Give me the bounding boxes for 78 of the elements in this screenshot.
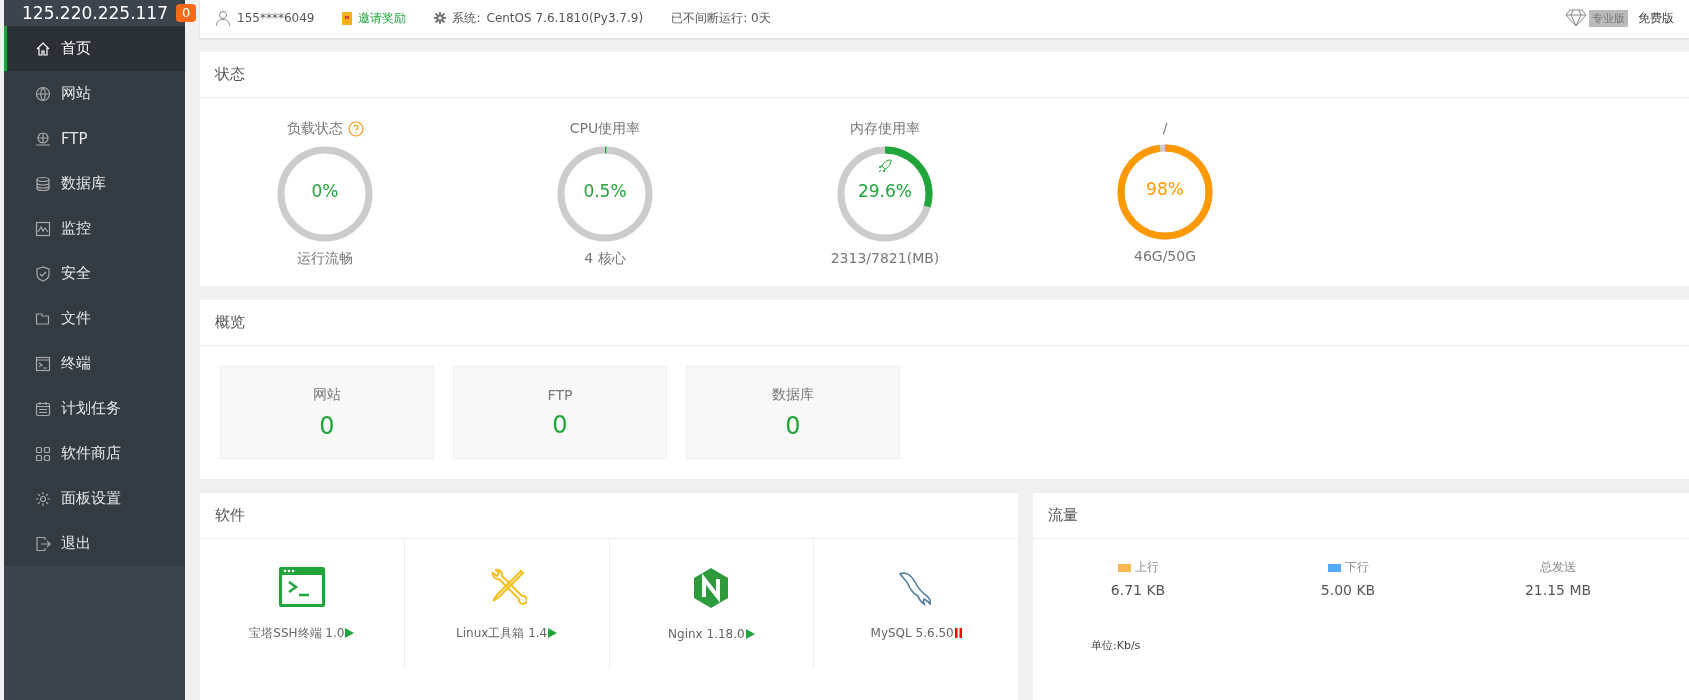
software-tile[interactable]: MySQL 5.6.50 bbox=[814, 539, 1018, 669]
panel-title: 状态 bbox=[200, 52, 1689, 98]
software-name: Nginx 1.18.0 bbox=[668, 627, 745, 641]
sidebar-item[interactable]: 计划任务 bbox=[4, 386, 185, 431]
software-name: 宝塔SSH终端 1.0 bbox=[249, 624, 345, 642]
stat-value: 6.71 KB bbox=[1110, 582, 1166, 598]
grid-icon bbox=[35, 445, 51, 462]
system-version: CentOS 7.6.1810(Py3.7.9) bbox=[486, 11, 644, 25]
sidebar-item[interactable]: 安全 bbox=[4, 251, 185, 296]
shield-icon bbox=[35, 265, 51, 282]
ftp-icon bbox=[35, 130, 51, 147]
gauge-label: / bbox=[1162, 120, 1168, 136]
sidebar-item[interactable]: 终端 bbox=[4, 341, 185, 386]
usage-value: 0.5% bbox=[582, 181, 628, 201]
gauge-caption: 46G/50G bbox=[1133, 248, 1196, 264]
gear-icon bbox=[35, 490, 51, 507]
terminal-window-icon bbox=[278, 566, 325, 607]
user-icon bbox=[215, 10, 231, 26]
monitor-icon bbox=[35, 220, 51, 237]
software-tile[interactable]: Linux工具箱 1.4 bbox=[404, 539, 610, 669]
card-count: 0 bbox=[785, 411, 801, 440]
overview-card[interactable]: 数据库 0 bbox=[686, 366, 900, 459]
gear-icon bbox=[434, 12, 447, 24]
database-icon bbox=[35, 175, 51, 192]
folder-icon bbox=[35, 310, 51, 327]
globe-icon bbox=[35, 85, 51, 102]
sidebar-item[interactable]: 数据库 bbox=[4, 161, 185, 206]
unit-label: 单位:Kb/s bbox=[1091, 638, 1142, 653]
home-icon bbox=[35, 40, 51, 57]
stat-label: 上行 bbox=[1134, 559, 1159, 576]
card-count: 0 bbox=[552, 410, 568, 439]
gauge-label: 负载状态 bbox=[286, 120, 343, 138]
sidebar-item[interactable]: 文件 bbox=[4, 296, 185, 341]
gauge-caption: 2313/7821(MB) bbox=[830, 250, 940, 266]
sidebar-item[interactable]: 退出 bbox=[4, 521, 185, 566]
nginx-hexagon-icon bbox=[692, 567, 731, 609]
rocket-icon bbox=[877, 158, 893, 174]
gift-icon bbox=[342, 11, 353, 25]
gauge-label: CPU使用率 bbox=[569, 120, 641, 138]
calendar-icon bbox=[35, 400, 51, 417]
terminal-icon bbox=[35, 355, 51, 372]
stat-value: 21.15 MB bbox=[1524, 582, 1592, 598]
diamond-icon bbox=[1565, 9, 1587, 27]
stat-value: 5.00 KB bbox=[1320, 582, 1376, 598]
system-label: 系统: bbox=[452, 9, 481, 27]
sidebar-item[interactable]: 网站 bbox=[4, 71, 185, 116]
stat-label: 下行 bbox=[1344, 559, 1369, 576]
card-label: FTP bbox=[547, 386, 573, 403]
software-tile[interactable]: Nginx 1.18.0 bbox=[609, 539, 815, 669]
stat-label: 总发送 bbox=[1540, 559, 1576, 576]
logout-icon bbox=[35, 535, 51, 552]
software-tile[interactable]: 宝塔SSH终端 1.0 bbox=[200, 539, 405, 669]
software-name: Linux工具箱 1.4 bbox=[456, 624, 548, 642]
sidebar-item[interactable]: 面板设置 bbox=[4, 476, 185, 521]
usage-value: 29.6% bbox=[857, 181, 913, 201]
sidebar-item[interactable]: 软件商店 bbox=[4, 431, 185, 476]
gauge-label: 内存使用率 bbox=[850, 120, 920, 138]
sidebar-item[interactable]: 监控 bbox=[4, 206, 185, 251]
server-address: 125.220.225.117 bbox=[22, 3, 168, 23]
overview-card[interactable]: 网站 0 bbox=[220, 366, 434, 459]
help-icon[interactable] bbox=[347, 121, 364, 137]
gauge-caption: 运行流畅 bbox=[297, 250, 353, 268]
card-count: 0 bbox=[319, 411, 335, 440]
uptime-text: 已不间断运行: 0天 bbox=[671, 9, 771, 27]
card-label: 网站 bbox=[313, 385, 341, 404]
sidebar-item[interactable]: FTP bbox=[4, 116, 185, 161]
gauge-caption: 4 核心 bbox=[584, 250, 626, 268]
software-name: MySQL 5.6.50 bbox=[870, 626, 954, 640]
user-account[interactable]: 155****6049 bbox=[215, 10, 315, 26]
sidebar-item[interactable]: 首页 bbox=[4, 26, 185, 71]
panel-title: 软件 bbox=[200, 493, 1018, 539]
card-label: 数据库 bbox=[772, 385, 814, 404]
usage-value: 98% bbox=[1145, 179, 1185, 199]
panel-title: 概览 bbox=[200, 300, 1689, 346]
panel-title: 流量 bbox=[1033, 493, 1689, 539]
edition-text: 免费版 bbox=[1638, 9, 1674, 27]
usage-value: 0% bbox=[310, 181, 340, 201]
overview-card[interactable]: FTP 0 bbox=[453, 366, 667, 459]
